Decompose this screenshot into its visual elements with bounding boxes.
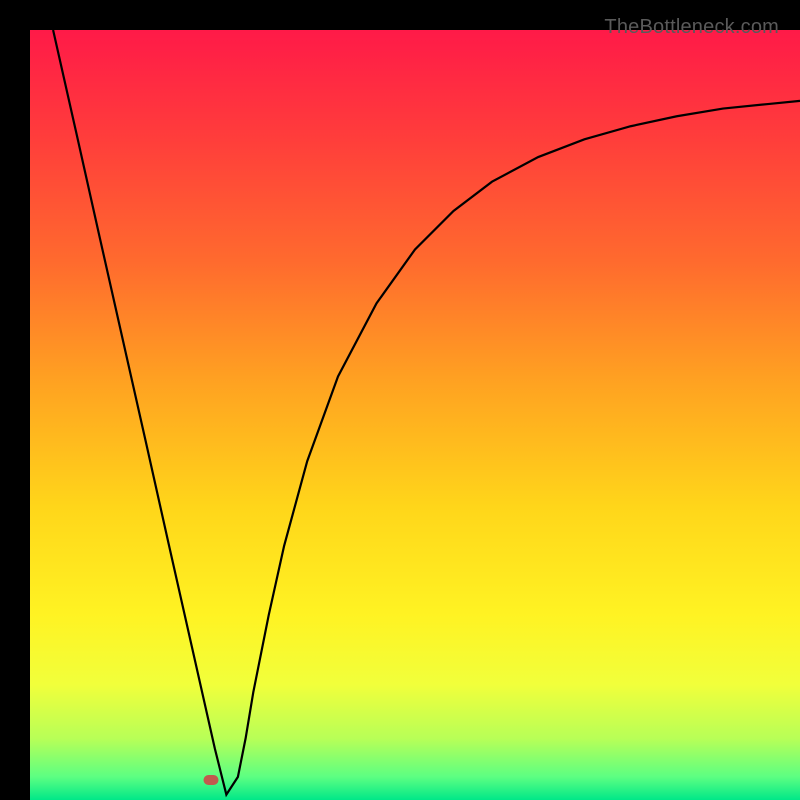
bottleneck-chart bbox=[30, 30, 800, 800]
chart-background bbox=[30, 30, 800, 800]
watermark-text: TheBottleneck.com bbox=[604, 16, 779, 39]
optimum-marker bbox=[204, 775, 219, 785]
chart-frame: TheBottleneck.com bbox=[15, 15, 785, 785]
